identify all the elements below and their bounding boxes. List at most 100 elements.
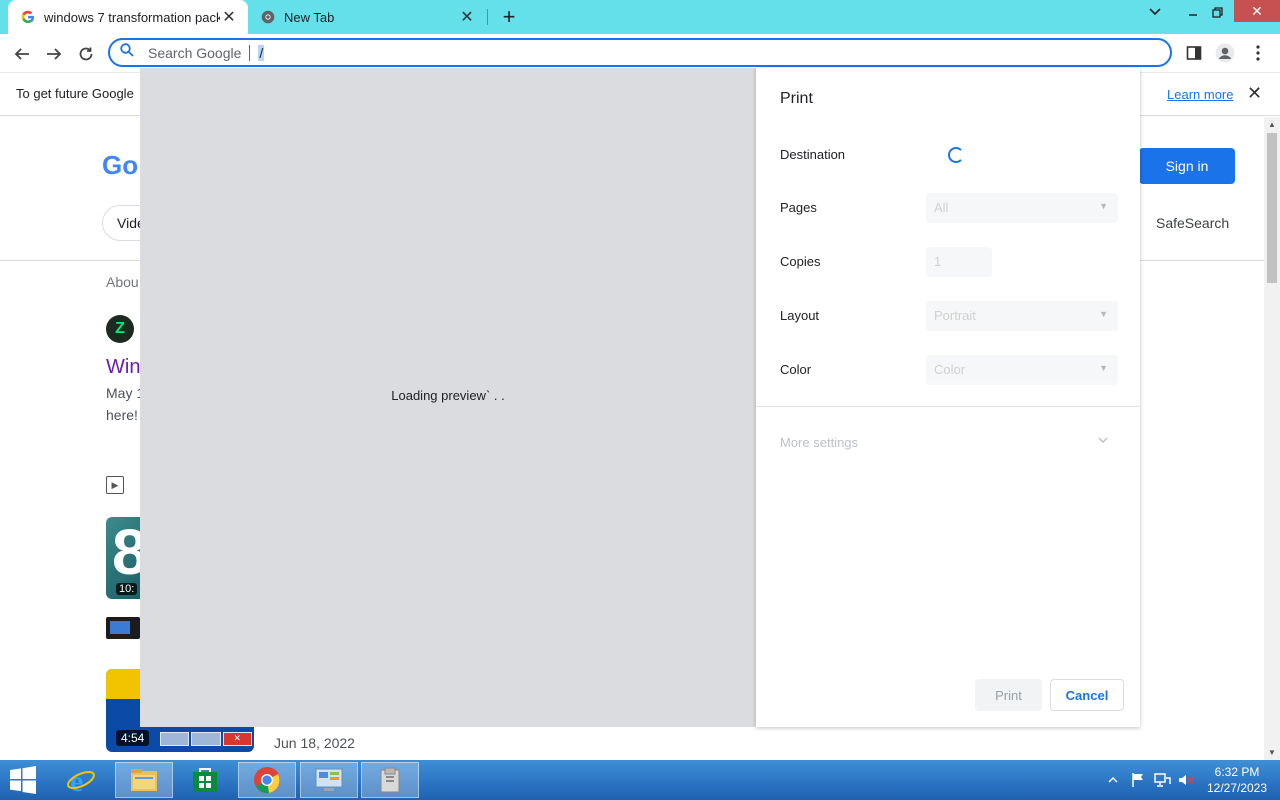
layout-row: Layout Portrait ▼	[780, 301, 1118, 331]
thumbnail-digit: 8	[112, 517, 140, 588]
windows-taskbar: e 6:32 PM 12/27/2023	[0, 760, 1280, 800]
thumbnail-screen	[110, 621, 130, 634]
logo-text: Go	[102, 150, 139, 180]
mini-close-icon: ✕	[222, 732, 252, 746]
loading-spinner-icon	[948, 147, 964, 163]
copies-row: Copies 1	[780, 247, 1116, 277]
settings-divider	[756, 406, 1140, 407]
video-play-icon: ▶	[106, 476, 124, 494]
color-label: Color	[780, 362, 812, 377]
video-thumbnail[interactable]: 8 10:	[106, 517, 140, 599]
clock-date: 12/27/2023	[1206, 781, 1268, 795]
print-button[interactable]: Print	[975, 679, 1042, 711]
google-favicon-icon	[20, 9, 36, 25]
omnibox-caret	[249, 44, 251, 61]
archive-icon	[380, 767, 400, 793]
new-tab-button[interactable]: +	[498, 6, 520, 28]
copies-label: Copies	[780, 254, 821, 269]
search-icon	[120, 43, 134, 62]
svg-text:e: e	[70, 765, 83, 795]
sign-in-button[interactable]: Sign in	[1139, 148, 1235, 184]
destination-label: Destination	[780, 147, 846, 162]
color-row: Color Color ▼	[780, 355, 1118, 385]
chevron-down-icon: ▼	[1099, 309, 1108, 319]
internet-explorer-icon: e	[67, 765, 95, 795]
action-center-flag-icon[interactable]	[1130, 760, 1146, 800]
chevron-down-icon[interactable]	[1098, 434, 1108, 446]
video-duration: 4:54	[116, 730, 150, 746]
taskbar-store[interactable]	[176, 762, 234, 798]
info-bar-message: To get future Google	[16, 86, 134, 101]
close-infobar-icon[interactable]: ✕	[1247, 83, 1262, 104]
chrome-favicon-icon	[260, 9, 276, 25]
show-hidden-icons-icon[interactable]	[1108, 760, 1118, 800]
color-select[interactable]: Color ▼	[926, 355, 1118, 385]
pages-select[interactable]: All ▼	[926, 193, 1118, 223]
browser-toolbar: Search Google /	[0, 34, 1280, 72]
tab-separator	[487, 9, 488, 25]
tab-title: New Tab	[284, 9, 335, 25]
google-logo[interactable]: Go	[102, 150, 138, 181]
reload-icon[interactable]	[73, 41, 99, 67]
print-settings-panel: Print Destination Pages All ▼ Copies 1 L…	[756, 68, 1140, 727]
system-clock[interactable]: 6:32 PM 12/27/2023	[1200, 764, 1274, 796]
tab-search-chevron-icon[interactable]	[1138, 0, 1172, 24]
learn-more-link[interactable]: Learn more	[1167, 87, 1233, 102]
thumbnail-window-controls: ✕	[160, 732, 254, 746]
copies-input[interactable]: 1	[926, 247, 992, 277]
chevron-down-icon: ▼	[1099, 363, 1108, 373]
taskbar-archive-app[interactable]	[361, 762, 419, 798]
profile-avatar-icon[interactable]	[1214, 42, 1236, 64]
restore-button[interactable]	[1200, 0, 1234, 24]
taskbar-file-explorer[interactable]	[115, 762, 173, 798]
video-duration: 10:	[116, 583, 138, 595]
destination-row: Destination	[780, 140, 1116, 170]
taskbar-control-panel[interactable]	[300, 762, 358, 798]
layout-label: Layout	[780, 308, 820, 323]
taskbar-chrome[interactable]	[238, 762, 296, 798]
close-tab-icon[interactable]: ✕	[220, 8, 238, 26]
print-dialog-title: Print	[780, 90, 813, 107]
tab-title: windows 7 transformation pack f	[44, 9, 220, 25]
result-snippet-line: here!	[106, 407, 138, 423]
chrome-icon	[254, 767, 280, 794]
result-date: Jun 18, 2022	[274, 735, 355, 751]
layout-select[interactable]: Portrait ▼	[926, 301, 1118, 331]
address-bar[interactable]: Search Google /	[108, 38, 1172, 67]
safesearch-link[interactable]: SafeSearch	[1156, 215, 1229, 231]
layout-select-value: Portrait	[934, 308, 976, 323]
cancel-button[interactable]: Cancel	[1050, 679, 1124, 711]
scroll-down-arrow-icon[interactable]: ▼	[1268, 748, 1276, 757]
clock-time: 6:32 PM	[1214, 765, 1260, 779]
loading-preview-text: Loading preview` . .	[391, 388, 505, 403]
tab-new-tab[interactable]: New Tab ✕	[250, 0, 486, 34]
page-scrollbar[interactable]: ▲ ▼	[1264, 117, 1280, 760]
pages-label: Pages	[780, 200, 817, 215]
start-button[interactable]	[8, 766, 40, 794]
more-settings-toggle[interactable]: More settings	[780, 435, 858, 450]
folder-icon	[131, 769, 157, 791]
video-thumbnail[interactable]	[106, 617, 140, 639]
network-icon[interactable]	[1153, 760, 1171, 800]
scrollbar-thumb[interactable]	[1267, 133, 1277, 283]
control-panel-icon	[315, 768, 343, 791]
back-arrow-icon[interactable]	[9, 41, 35, 67]
store-icon	[193, 768, 217, 792]
forward-arrow-icon[interactable]	[41, 41, 67, 67]
scroll-up-arrow-icon[interactable]: ▲	[1268, 120, 1276, 129]
mini-maximize-icon	[191, 732, 221, 746]
taskbar-internet-explorer[interactable]: e	[52, 762, 110, 798]
chevron-down-icon: ▼	[1099, 201, 1108, 211]
print-preview-area: Loading preview` . .	[140, 68, 756, 727]
results-about-text: Abou	[106, 274, 139, 290]
pages-select-value: All	[934, 200, 949, 215]
result-title-link[interactable]: Win	[106, 356, 140, 379]
color-select-value: Color	[934, 362, 966, 377]
pages-row: Pages All ▼	[780, 193, 1118, 223]
close-window-button[interactable]: ✕	[1234, 0, 1280, 22]
side-panel-icon[interactable]	[1183, 42, 1205, 64]
volume-muted-icon[interactable]	[1177, 760, 1195, 800]
close-tab-icon[interactable]: ✕	[458, 8, 476, 26]
chrome-menu-icon[interactable]	[1247, 42, 1269, 64]
tab-google-search[interactable]: windows 7 transformation pack f ✕	[8, 0, 248, 34]
